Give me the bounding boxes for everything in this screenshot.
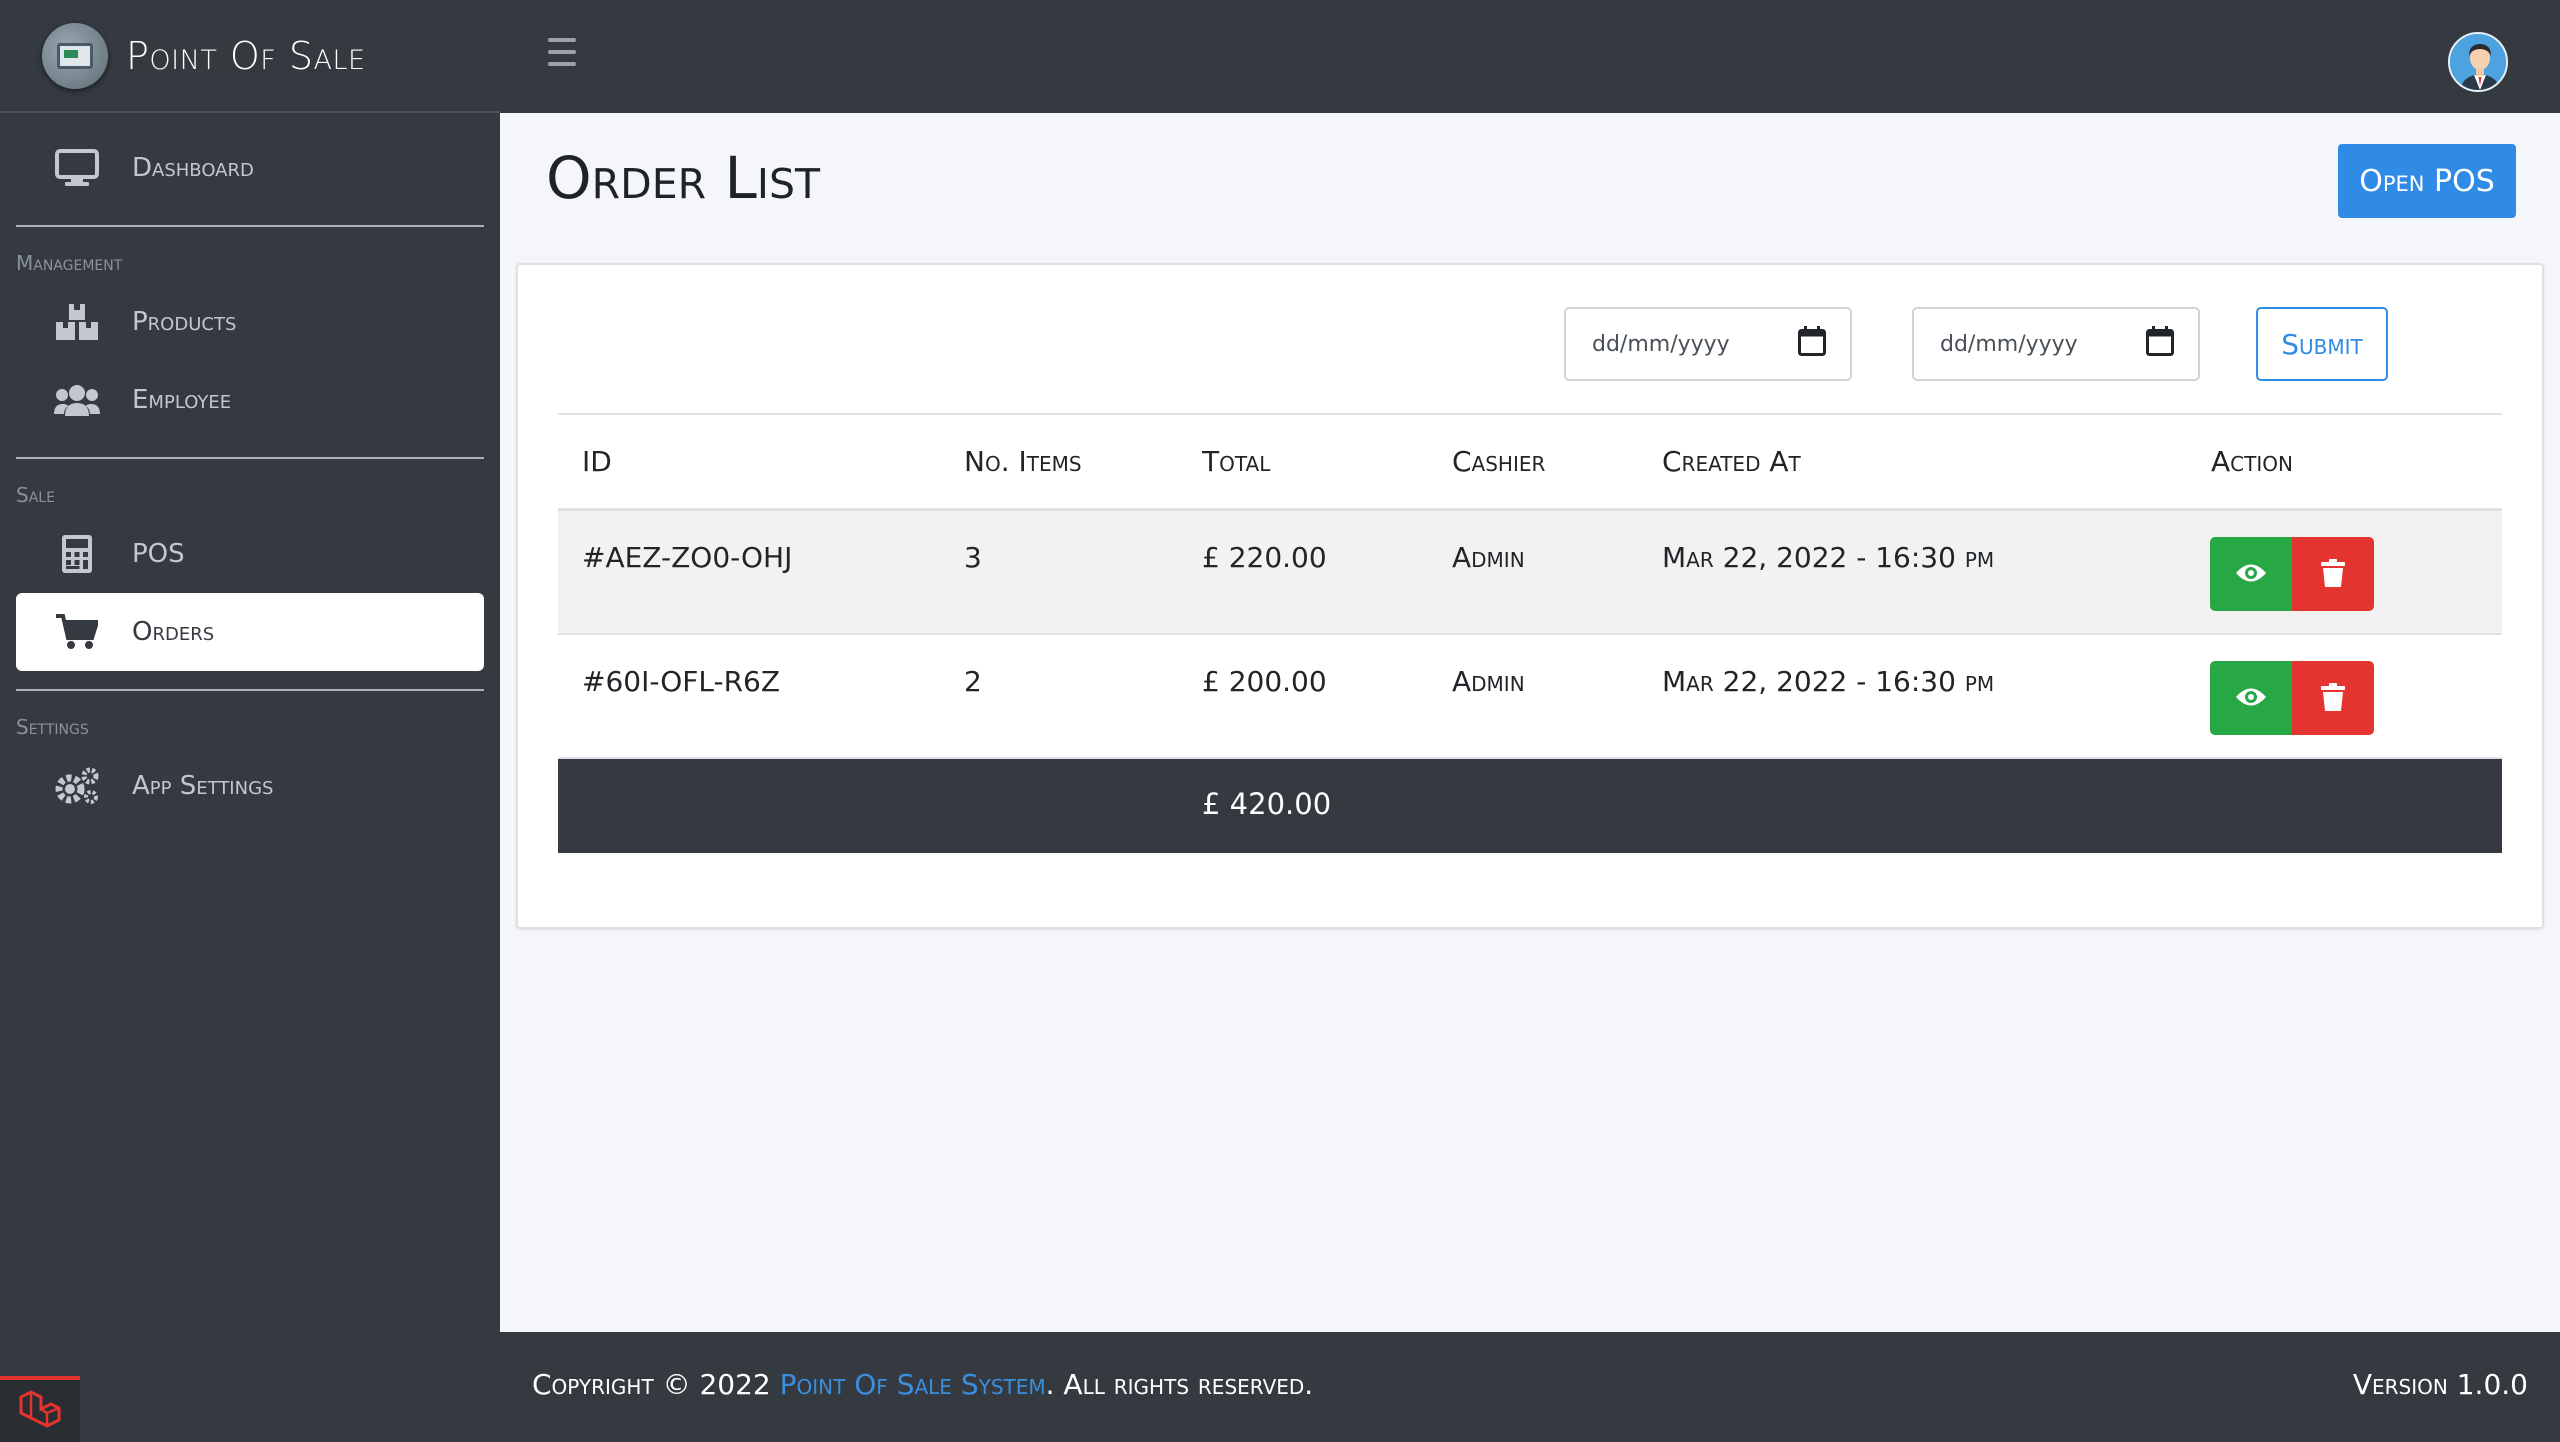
brand-logo — [42, 22, 108, 89]
sidebar-item-app-settings[interactable]: App Settings — [16, 747, 484, 825]
end-date-input[interactable]: dd/mm/yyyy — [1912, 307, 2200, 381]
framework-badge[interactable] — [0, 1376, 80, 1442]
table-header: ID No. Items Total Cashier Created At Ac… — [558, 413, 2502, 511]
brand-name: Point Of Sale — [126, 33, 366, 78]
sidebar-item-label: Dashboard — [132, 153, 254, 183]
page-footer: Copyright © 2022 Point Of Sale System. A… — [500, 1332, 2560, 1442]
row-actions — [2210, 537, 2374, 611]
trash-icon — [2321, 558, 2345, 590]
sidebar: Point Of Sale Dashboard Management Produ… — [0, 0, 500, 1442]
calendar-icon[interactable] — [1798, 326, 1826, 362]
table-footer-total: £ 420.00 — [558, 759, 2502, 853]
column-header-items: No. Items — [964, 445, 1082, 478]
sidebar-divider — [16, 225, 484, 227]
page-title: Order List — [546, 144, 821, 212]
sidebar-item-label: Orders — [132, 617, 215, 647]
cart-icon — [52, 614, 102, 650]
view-order-button[interactable] — [2210, 661, 2292, 735]
order-created-at: Mar 22, 2022 - 16:30 pm — [1662, 665, 1995, 698]
copyright-suffix: . All rights reserved. — [1045, 1368, 1314, 1401]
order-total: £ 220.00 — [1202, 541, 1327, 574]
start-date-input[interactable]: dd/mm/yyyy — [1564, 307, 1852, 381]
column-header-action: Action — [2211, 445, 2293, 478]
eye-icon — [2235, 562, 2267, 587]
sidebar-header-settings: Settings — [16, 715, 89, 739]
users-icon — [52, 384, 102, 416]
calculator-icon — [52, 535, 102, 573]
submit-button[interactable]: Submit — [2256, 307, 2388, 381]
order-cashier: Admin — [1452, 541, 1525, 574]
column-header-id: ID — [582, 445, 612, 478]
column-header-created-at: Created At — [1662, 445, 1801, 478]
copyright-text: Copyright © 2022 Point Of Sale System. A… — [532, 1368, 1313, 1401]
start-date-placeholder: dd/mm/yyyy — [1592, 331, 1730, 357]
copyright-prefix: Copyright © 2022 — [532, 1368, 780, 1401]
order-id: #AEZ-ZO0-OHJ — [582, 541, 793, 574]
sidebar-nav: Dashboard Management Products Employee S… — [0, 113, 500, 825]
delete-order-button[interactable] — [2292, 661, 2374, 735]
order-created-at: Mar 22, 2022 - 16:30 pm — [1662, 541, 1995, 574]
sidebar-item-label: POS — [132, 539, 185, 569]
sidebar-item-label: App Settings — [132, 771, 274, 801]
version-text: Version 1.0.0 — [2352, 1368, 2528, 1401]
orders-card: dd/mm/yyyy dd/mm/yyyy Submit ID No. Item… — [516, 263, 2544, 929]
sidebar-item-pos[interactable]: POS — [16, 515, 484, 593]
gears-icon — [52, 767, 102, 805]
order-items: 3 — [964, 541, 982, 574]
laravel-icon — [17, 1389, 63, 1433]
sidebar-header-sale: Sale — [16, 483, 55, 507]
orders-table: ID No. Items Total Cashier Created At Ac… — [558, 413, 2502, 853]
trash-icon — [2321, 682, 2345, 714]
table-row: #60I-OFL-R6Z 2 £ 200.00 Admin Mar 22, 20… — [558, 635, 2502, 759]
content-header: Order List Open POS — [546, 140, 2516, 220]
eye-icon — [2235, 686, 2267, 711]
brand-link[interactable]: Point Of Sale — [0, 0, 500, 113]
order-cashier: Admin — [1452, 665, 1525, 698]
footer-link[interactable]: Point Of Sale System — [780, 1368, 1046, 1401]
grand-total: £ 420.00 — [1202, 787, 1332, 821]
delete-order-button[interactable] — [2292, 537, 2374, 611]
sidebar-item-orders[interactable]: Orders — [16, 593, 484, 671]
sidebar-divider — [16, 457, 484, 459]
sidebar-item-label: Products — [132, 307, 237, 337]
sidebar-item-label: Employee — [132, 385, 232, 415]
sidebar-divider — [16, 689, 484, 691]
view-order-button[interactable] — [2210, 537, 2292, 611]
user-avatar[interactable] — [2448, 32, 2508, 92]
row-actions — [2210, 661, 2374, 735]
order-id: #60I-OFL-R6Z — [582, 665, 781, 698]
calendar-icon[interactable] — [2146, 326, 2174, 362]
order-total: £ 200.00 — [1202, 665, 1327, 698]
column-header-cashier: Cashier — [1452, 445, 1546, 478]
order-items: 2 — [964, 665, 982, 698]
top-navbar — [500, 0, 2560, 113]
sidebar-item-dashboard[interactable]: Dashboard — [16, 129, 484, 207]
sidebar-item-employee[interactable]: Employee — [16, 361, 484, 439]
sidebar-item-products[interactable]: Products — [16, 283, 484, 361]
table-row: #AEZ-ZO0-OHJ 3 £ 220.00 Admin Mar 22, 20… — [558, 511, 2502, 635]
boxes-icon — [52, 304, 102, 340]
column-header-total: Total — [1202, 445, 1271, 478]
menu-toggle-icon[interactable] — [548, 38, 576, 66]
sidebar-header-management: Management — [16, 251, 123, 275]
end-date-placeholder: dd/mm/yyyy — [1940, 331, 2078, 357]
monitor-icon — [52, 149, 102, 187]
open-pos-button[interactable]: Open POS — [2338, 144, 2516, 218]
